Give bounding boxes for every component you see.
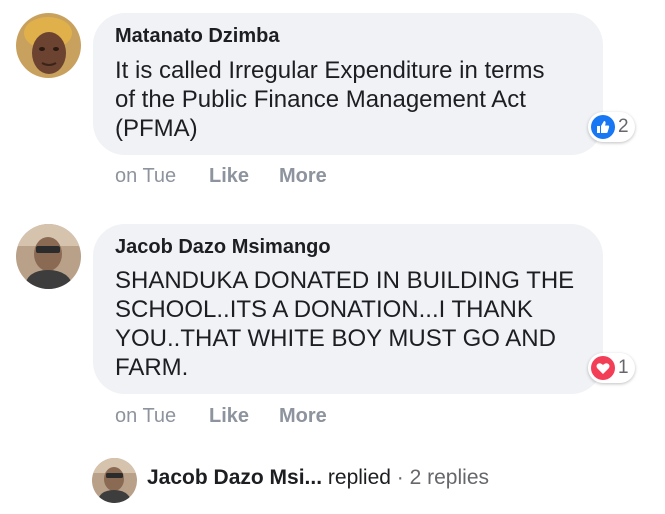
reaction-count: 2	[618, 116, 629, 137]
comment-actions: on Tue Like More	[115, 165, 415, 189]
like-icon	[591, 115, 615, 139]
like-button[interactable]: Like	[209, 165, 249, 188]
comment-actions: on Tue Like More	[115, 405, 415, 429]
more-button[interactable]: More	[279, 405, 327, 428]
comment-author[interactable]: Jacob Dazo Msimango	[115, 236, 331, 259]
comment-text: It is called Irregular Expenditure in te…	[115, 57, 545, 142]
avatar[interactable]	[16, 13, 81, 78]
more-button[interactable]: More	[279, 165, 327, 188]
avatar[interactable]	[16, 224, 81, 289]
love-icon	[591, 356, 615, 380]
reply-summary[interactable]: Jacob Dazo Msi... replied · 2 replies	[147, 466, 489, 490]
reply-count[interactable]: 2 replies	[410, 466, 489, 489]
comment-time[interactable]: on Tue	[115, 405, 176, 428]
comment-text: SHANDUKA DONATED IN BUILDING THE SCHOOL.…	[115, 267, 575, 381]
reply-separator: ·	[396, 466, 404, 489]
like-button[interactable]: Like	[209, 405, 249, 428]
reaction-badge[interactable]: 1	[588, 353, 635, 383]
reply-author[interactable]: Jacob Dazo Msi...	[147, 466, 322, 489]
comment-time[interactable]: on Tue	[115, 165, 176, 188]
reaction-count: 1	[618, 357, 629, 378]
reaction-badge[interactable]: 2	[588, 112, 635, 142]
reply-avatar[interactable]	[92, 458, 137, 503]
reply-action: replied	[327, 466, 391, 489]
comment-author[interactable]: Matanato Dzimba	[115, 25, 279, 48]
